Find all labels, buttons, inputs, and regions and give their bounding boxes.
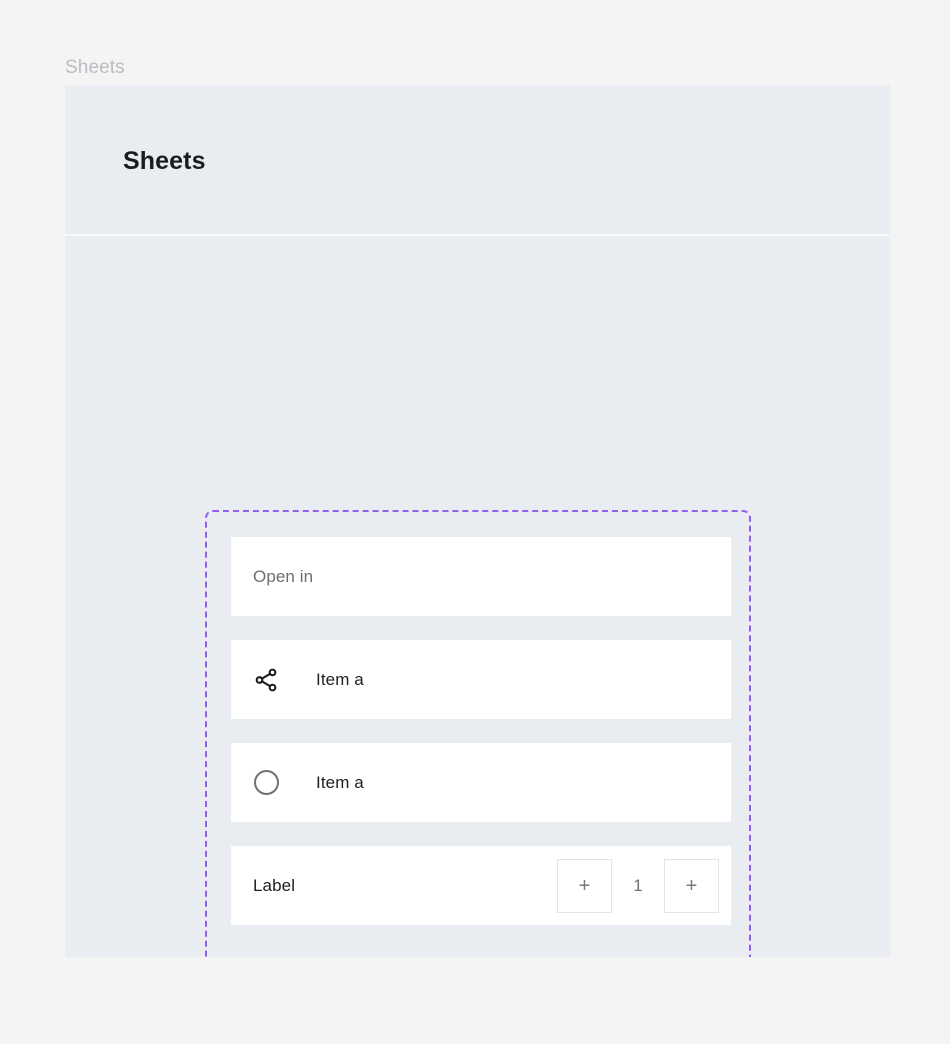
page-root: Sheets Sheets Open in Item a Item a Labe… — [0, 0, 950, 1044]
stepper-list-item: Label + 1 + — [231, 846, 731, 925]
radio-circle — [253, 770, 279, 795]
radio-item-label: Item a — [316, 772, 364, 792]
share-icon — [248, 662, 284, 698]
stepper-decrement-button[interactable]: + — [557, 858, 612, 913]
sheet-header-label: Open in — [253, 566, 314, 586]
sheet-card-stack: Open in Item a Item a Label + 1 + — [231, 537, 731, 925]
list-item[interactable]: Item a — [231, 640, 731, 719]
sheets-panel: Sheets Open in Item a Item a Label + 1 + — [65, 85, 890, 957]
panel-header: Sheets — [65, 85, 890, 236]
radio-unchecked-icon[interactable] — [248, 765, 284, 801]
page-title: Sheets — [123, 147, 206, 175]
sheet-card-header: Open in — [231, 537, 731, 616]
quantity-stepper: + 1 + — [557, 858, 719, 913]
breadcrumb[interactable]: Sheets — [65, 55, 125, 81]
stepper-value: 1 — [633, 875, 643, 895]
radio-list-item[interactable]: Item a — [231, 743, 731, 822]
stepper-item-label: Label — [253, 875, 296, 895]
sheet-selection-frame[interactable]: Open in Item a Item a Label + 1 + — [205, 510, 751, 957]
stepper-increment-button[interactable]: + — [664, 858, 719, 913]
list-item-label: Item a — [316, 669, 364, 689]
panel-body: Open in Item a Item a Label + 1 + — [65, 236, 890, 957]
